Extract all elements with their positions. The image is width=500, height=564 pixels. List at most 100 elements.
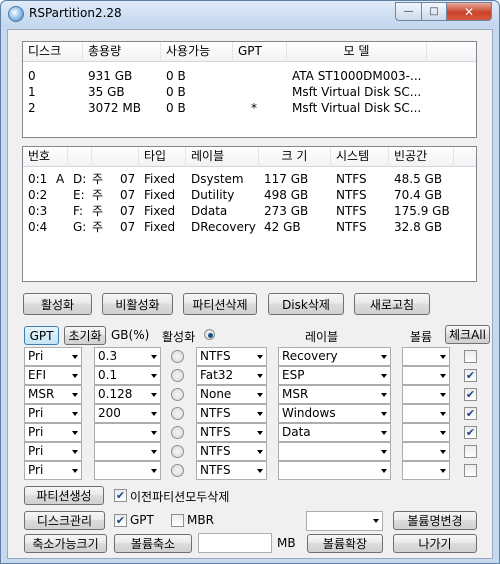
exit-button[interactable]: 나가기 bbox=[393, 534, 477, 553]
disk-management-button[interactable]: 디스크관리 bbox=[24, 511, 105, 530]
label-select[interactable] bbox=[278, 461, 391, 480]
filesystem-select[interactable]: NTFS bbox=[196, 347, 267, 366]
active-radio[interactable] bbox=[171, 464, 184, 477]
label-column-label: 레이블 bbox=[305, 330, 339, 344]
size-select[interactable]: 0.128 bbox=[94, 385, 161, 404]
type-select[interactable]: EFI bbox=[24, 366, 82, 385]
filesystem-select[interactable]: NTFS bbox=[196, 442, 267, 461]
type-select[interactable]: Pri bbox=[24, 423, 82, 442]
deactivate-button[interactable]: 비활성화 bbox=[102, 293, 173, 315]
create-partition-button[interactable]: 파티션생성 bbox=[24, 486, 104, 505]
part-col-free[interactable]: 빈공간 bbox=[389, 147, 454, 167]
part-col-letter[interactable] bbox=[68, 147, 92, 167]
volume-select[interactable] bbox=[402, 366, 450, 385]
partition-row[interactable]: 0:3 F: 주 07 Fixed Ddata 273 GB NTFS 175.9 GB bbox=[23, 203, 476, 219]
size-select[interactable] bbox=[94, 461, 161, 480]
filesystem-select[interactable]: NTFS bbox=[196, 461, 267, 480]
include-checkbox[interactable]: ✔ bbox=[464, 369, 477, 382]
filesystem-select[interactable]: Fat32 bbox=[196, 366, 267, 385]
close-button[interactable]: ✕ bbox=[446, 2, 492, 21]
gpt-checkbox[interactable]: ✔ bbox=[114, 514, 127, 527]
filesystem-select[interactable]: None bbox=[196, 385, 267, 404]
label-select[interactable] bbox=[278, 442, 391, 461]
partition-cell: 32.8 GB bbox=[394, 220, 443, 234]
partition-list[interactable]: 번호 타입 레이블 크 기 시스템 빈공간 0:1 A D: 주 07 Fixed Dsys… bbox=[22, 146, 477, 282]
shrinkable-size-button[interactable]: 축소가능크기 bbox=[24, 534, 107, 553]
disk-row[interactable]: 1 35 GB 0 B Msft Virtual Disk SC... bbox=[23, 84, 476, 100]
gpt-toggle-button[interactable]: GPT bbox=[24, 326, 59, 345]
size-select[interactable] bbox=[94, 442, 161, 461]
chevron-down-icon bbox=[440, 393, 446, 397]
label-select[interactable]: Recovery bbox=[278, 347, 391, 366]
include-checkbox[interactable]: ✔ bbox=[464, 388, 477, 401]
partition-row[interactable]: 0:4 G: 주 07 Fixed DRecovery 42 GB NTFS 32.8 GB bbox=[23, 219, 476, 235]
active-radio[interactable] bbox=[171, 407, 184, 420]
type-select[interactable]: Pri bbox=[24, 347, 82, 366]
disk-cell: 0 B bbox=[166, 85, 186, 99]
reset-button[interactable]: 초기화 bbox=[64, 326, 106, 345]
disk-col-available[interactable]: 사용가능 bbox=[161, 42, 233, 62]
include-checkbox[interactable] bbox=[464, 464, 477, 477]
type-select[interactable]: MSR bbox=[24, 385, 82, 404]
extend-volume-button[interactable]: 볼륨확장 bbox=[307, 534, 383, 553]
size-input[interactable] bbox=[198, 533, 272, 553]
part-col-kind[interactable] bbox=[92, 147, 139, 167]
active-radio[interactable] bbox=[171, 350, 184, 363]
label-select[interactable]: Windows bbox=[278, 404, 391, 423]
include-checkbox[interactable]: ✔ bbox=[464, 426, 477, 439]
include-checkbox[interactable] bbox=[464, 445, 477, 458]
disk-row[interactable]: 2 3072 MB 0 B * Msft Virtual Disk SC... bbox=[23, 100, 476, 116]
delete-previous-checkbox[interactable]: ✔ bbox=[114, 489, 127, 502]
drive-select[interactable] bbox=[306, 511, 383, 531]
size-select[interactable]: 200 bbox=[94, 404, 161, 423]
disk-col-model[interactable]: 모 델 bbox=[287, 42, 427, 62]
filesystem-select[interactable]: NTFS bbox=[196, 404, 267, 423]
disk-row[interactable]: 0 931 GB 0 B ATA ST1000DM003-... bbox=[23, 68, 476, 84]
active-radio[interactable] bbox=[171, 445, 184, 458]
part-col-number[interactable]: 번호 bbox=[23, 147, 68, 167]
maximize-button[interactable]: □ bbox=[421, 2, 447, 21]
type-select[interactable]: Pri bbox=[24, 404, 82, 423]
rename-volume-button[interactable]: 볼륨명변경 bbox=[393, 511, 477, 530]
type-select[interactable]: Pri bbox=[24, 461, 82, 480]
refresh-button[interactable]: 새로고침 bbox=[354, 293, 430, 315]
mbr-checkbox[interactable] bbox=[171, 514, 184, 527]
disk-col-total[interactable]: 총용량 bbox=[83, 42, 161, 62]
delete-disk-button[interactable]: Disk삭제 bbox=[268, 293, 344, 315]
disk-col-gpt[interactable]: GPT bbox=[233, 42, 287, 62]
include-checkbox[interactable]: ✔ bbox=[464, 407, 477, 420]
volume-select[interactable] bbox=[402, 404, 450, 423]
delete-partition-button[interactable]: 파티션삭제 bbox=[183, 293, 257, 315]
volume-select[interactable] bbox=[402, 385, 450, 404]
disk-list[interactable]: 디스크 총용량 사용가능 GPT 모 델 0 931 GB 0 B ATA ST100… bbox=[22, 41, 477, 138]
active-radio[interactable] bbox=[171, 369, 184, 382]
type-select[interactable]: Pri bbox=[24, 442, 82, 461]
partition-row[interactable]: 0:2 E: 주 07 Fixed Dutility 498 GB NTFS 70.4 GB bbox=[23, 187, 476, 203]
minimize-button[interactable]: — bbox=[395, 2, 422, 21]
part-col-system[interactable]: 시스템 bbox=[331, 147, 389, 167]
volume-select[interactable] bbox=[402, 461, 450, 480]
activate-button[interactable]: 활성화 bbox=[23, 293, 92, 315]
part-col-size[interactable]: 크 기 bbox=[259, 147, 331, 167]
title-bar[interactable]: RSPartition2.28 — □ ✕ bbox=[1, 1, 499, 27]
active-radio[interactable] bbox=[171, 388, 184, 401]
check-all-button[interactable]: 체크All bbox=[445, 325, 490, 344]
volume-select[interactable] bbox=[402, 423, 450, 442]
size-select[interactable]: 0.1 bbox=[94, 366, 161, 385]
size-select[interactable] bbox=[94, 423, 161, 442]
part-col-type[interactable]: 타입 bbox=[139, 147, 186, 167]
disk-col-disk[interactable]: 디스크 bbox=[23, 42, 83, 62]
partition-row[interactable]: 0:1 A D: 주 07 Fixed Dsystem 117 GB NTFS 48.5 GB bbox=[23, 171, 476, 187]
volume-select[interactable] bbox=[402, 347, 450, 366]
part-col-label[interactable]: 레이블 bbox=[186, 147, 259, 167]
include-checkbox[interactable] bbox=[464, 350, 477, 363]
label-select[interactable]: MSR bbox=[278, 385, 391, 404]
active-radio[interactable] bbox=[171, 426, 184, 439]
shrink-volume-button[interactable]: 볼륨축소 bbox=[114, 534, 192, 553]
active-header-radio[interactable] bbox=[204, 329, 215, 340]
label-select[interactable]: Data bbox=[278, 423, 391, 442]
label-select[interactable]: ESP bbox=[278, 366, 391, 385]
volume-select[interactable] bbox=[402, 442, 450, 461]
size-select[interactable]: 0.3 bbox=[94, 347, 161, 366]
filesystem-select[interactable]: NTFS bbox=[196, 423, 267, 442]
